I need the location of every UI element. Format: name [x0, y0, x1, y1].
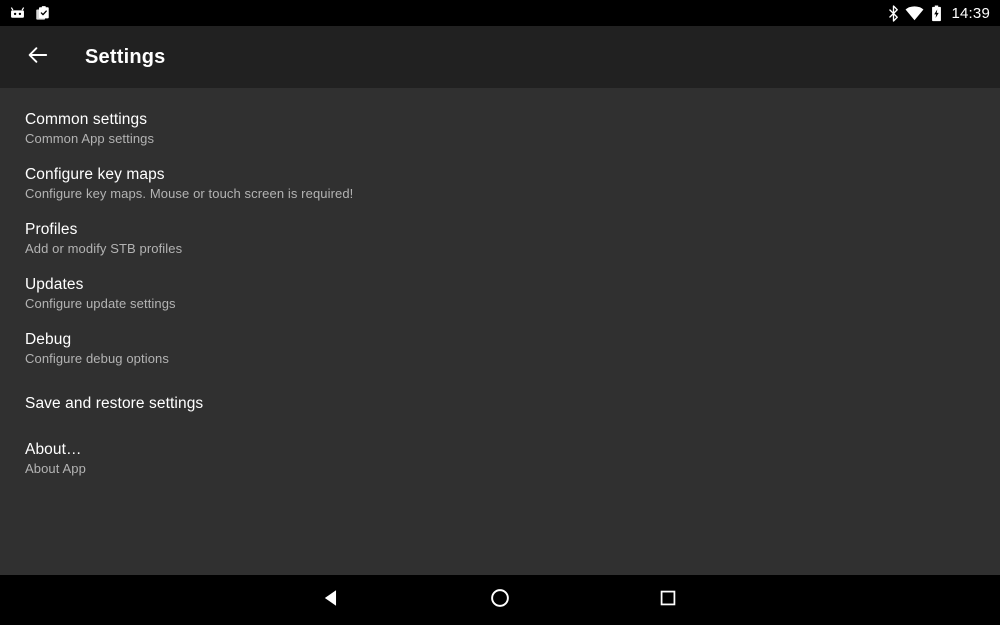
status-bar-system: 14:39	[888, 0, 990, 26]
clipboard-check-icon	[34, 5, 51, 22]
circle-icon	[489, 587, 511, 614]
status-bar: 14:39	[0, 0, 1000, 26]
settings-item-summary: Configure key maps. Mouse or touch scree…	[25, 186, 354, 201]
settings-item-title: Profiles	[25, 221, 78, 238]
settings-item-summary: Configure debug options	[25, 351, 169, 366]
app-robot-icon	[9, 5, 26, 22]
settings-item-save-and-restore-settings[interactable]: Save and restore settings	[0, 376, 1000, 431]
android-screen: 14:39 Settings Common settings Common Ap…	[0, 0, 1000, 625]
status-bar-notifications	[0, 5, 51, 22]
nav-back-button[interactable]	[287, 575, 377, 625]
page-title: Settings	[85, 45, 166, 68]
settings-item-updates[interactable]: Updates Configure update settings	[0, 266, 1000, 321]
settings-list: Common settings Common App settings Conf…	[0, 88, 1000, 575]
arrow-left-icon	[26, 43, 50, 72]
status-bar-clock: 14:39	[951, 4, 990, 22]
settings-item-summary: About App	[25, 461, 86, 476]
battery-charging-icon	[930, 5, 943, 22]
settings-item-title: Debug	[25, 331, 72, 348]
settings-item-title: Updates	[25, 276, 84, 293]
app-toolbar: Settings	[0, 26, 1000, 88]
nav-recents-button[interactable]	[623, 575, 713, 625]
settings-item-summary: Common App settings	[25, 131, 155, 146]
settings-item-debug[interactable]: Debug Configure debug options	[0, 321, 1000, 376]
bluetooth-icon	[888, 4, 899, 22]
triangle-left-icon	[321, 587, 343, 614]
settings-item-summary: Configure update settings	[25, 296, 176, 311]
nav-home-button[interactable]	[455, 575, 545, 625]
settings-item-summary: Add or modify STB profiles	[25, 241, 183, 256]
settings-item-profiles[interactable]: Profiles Add or modify STB profiles	[0, 211, 1000, 266]
settings-item-common-settings[interactable]: Common settings Common App settings	[0, 101, 1000, 156]
settings-item-title: Configure key maps	[25, 166, 165, 183]
square-icon	[658, 588, 678, 613]
back-button[interactable]	[14, 33, 62, 81]
settings-item-configure-key-maps[interactable]: Configure key maps Configure key maps. M…	[0, 156, 1000, 211]
navigation-bar	[0, 575, 1000, 625]
wifi-icon	[905, 5, 924, 21]
settings-item-title: About…	[25, 441, 82, 458]
settings-item-title: Common settings	[25, 111, 148, 128]
settings-item-title: Save and restore settings	[25, 395, 204, 412]
settings-item-about[interactable]: About… About App	[0, 431, 1000, 486]
